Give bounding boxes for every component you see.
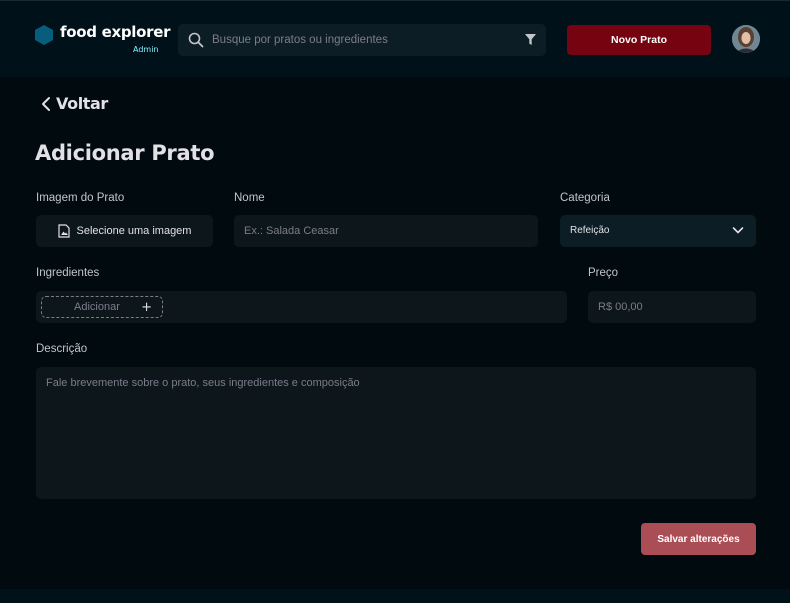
- app-header: food explorer Admin Novo Prato: [0, 0, 790, 77]
- search-icon[interactable]: [188, 32, 204, 48]
- avatar[interactable]: [732, 25, 760, 53]
- footer: [0, 589, 790, 603]
- add-ingredient-tag[interactable]: Adicionar +: [41, 296, 163, 318]
- search-bar: [178, 24, 546, 56]
- name-field-wrapper: [234, 215, 538, 247]
- page-title: Adicionar Prato: [35, 141, 215, 165]
- back-label: Voltar: [56, 94, 108, 113]
- brand-name: food explorer: [60, 23, 171, 41]
- upload-label: Selecione uma imagem: [76, 225, 192, 237]
- price-input[interactable]: [588, 291, 756, 323]
- admin-badge: Admin: [133, 45, 159, 54]
- save-button[interactable]: Salvar alterações: [641, 523, 756, 555]
- back-link[interactable]: Voltar: [40, 94, 108, 113]
- upload-icon: [57, 224, 70, 238]
- category-select[interactable]: Refeição: [560, 215, 756, 247]
- avatar-photo: [732, 25, 760, 53]
- image-upload-button[interactable]: Selecione uma imagem: [36, 215, 213, 247]
- category-selected-value: Refeição: [570, 225, 610, 236]
- price-field-wrapper: [588, 291, 756, 323]
- plus-icon[interactable]: +: [141, 301, 152, 314]
- chevron-left-icon: [42, 96, 50, 111]
- ingredients-label: Ingredientes: [36, 267, 100, 279]
- name-label: Nome: [234, 192, 265, 204]
- ingredients-field: Adicionar +: [36, 291, 567, 323]
- description-textarea[interactable]: [36, 367, 756, 499]
- search-input[interactable]: [212, 24, 512, 56]
- add-ingredient-placeholder: Adicionar: [74, 301, 120, 313]
- chevron-down-icon: [732, 227, 744, 234]
- price-label: Preço: [588, 267, 619, 279]
- filter-icon[interactable]: [525, 34, 536, 46]
- name-input[interactable]: [234, 215, 538, 247]
- description-label: Descrição: [36, 343, 88, 355]
- category-label: Categoria: [560, 192, 610, 204]
- hexagon-logo-icon: [35, 25, 53, 45]
- image-label: Imagem do Prato: [36, 192, 125, 204]
- new-dish-button[interactable]: Novo Prato: [567, 25, 711, 55]
